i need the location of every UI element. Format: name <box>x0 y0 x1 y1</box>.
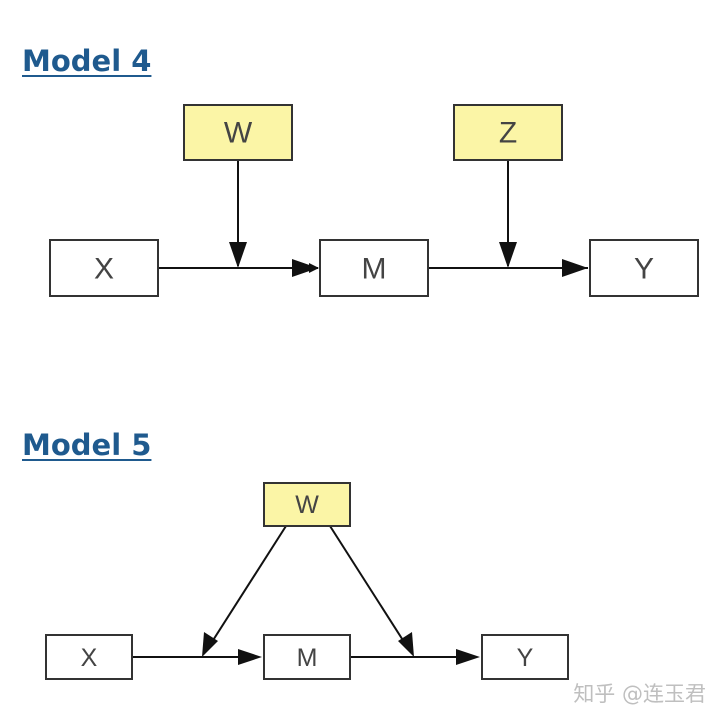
node-m: M <box>263 634 351 680</box>
node-w-label: W <box>224 117 253 150</box>
model-5-diagram: X W M Y <box>45 482 569 680</box>
node-z-label: Z <box>499 117 517 150</box>
arrowhead-m-y <box>456 649 480 665</box>
node-m: M <box>319 239 429 297</box>
edge-w-moderates-my <box>329 525 407 646</box>
node-x: X <box>45 634 133 680</box>
arrowhead-z <box>499 242 517 268</box>
node-y: Y <box>589 239 699 297</box>
node-y: Y <box>481 634 569 680</box>
node-w: W <box>183 104 293 161</box>
node-w-label: W <box>295 491 319 519</box>
model-4-diagram: X W M Z Y <box>49 104 699 297</box>
edge-w-moderates-xm <box>209 525 287 646</box>
node-m-label: M <box>297 644 318 672</box>
node-z: Z <box>453 104 563 161</box>
arrowhead-w <box>229 242 247 268</box>
node-y-label: Y <box>634 253 654 286</box>
diagram-canvas: X W M Z Y X W M Y <box>45 104 699 680</box>
arrowhead-m-y <box>562 259 588 277</box>
watermark-text: 知乎 @连玉君 <box>573 682 706 706</box>
node-x: X <box>49 239 159 297</box>
node-x-label: X <box>81 644 98 672</box>
node-m-label: M <box>362 253 387 286</box>
node-w: W <box>263 482 351 527</box>
arrowhead-x-m <box>238 649 262 665</box>
node-x-label: X <box>94 253 114 286</box>
node-y-label: Y <box>517 644 534 672</box>
arrowhead-x-m <box>292 259 318 277</box>
